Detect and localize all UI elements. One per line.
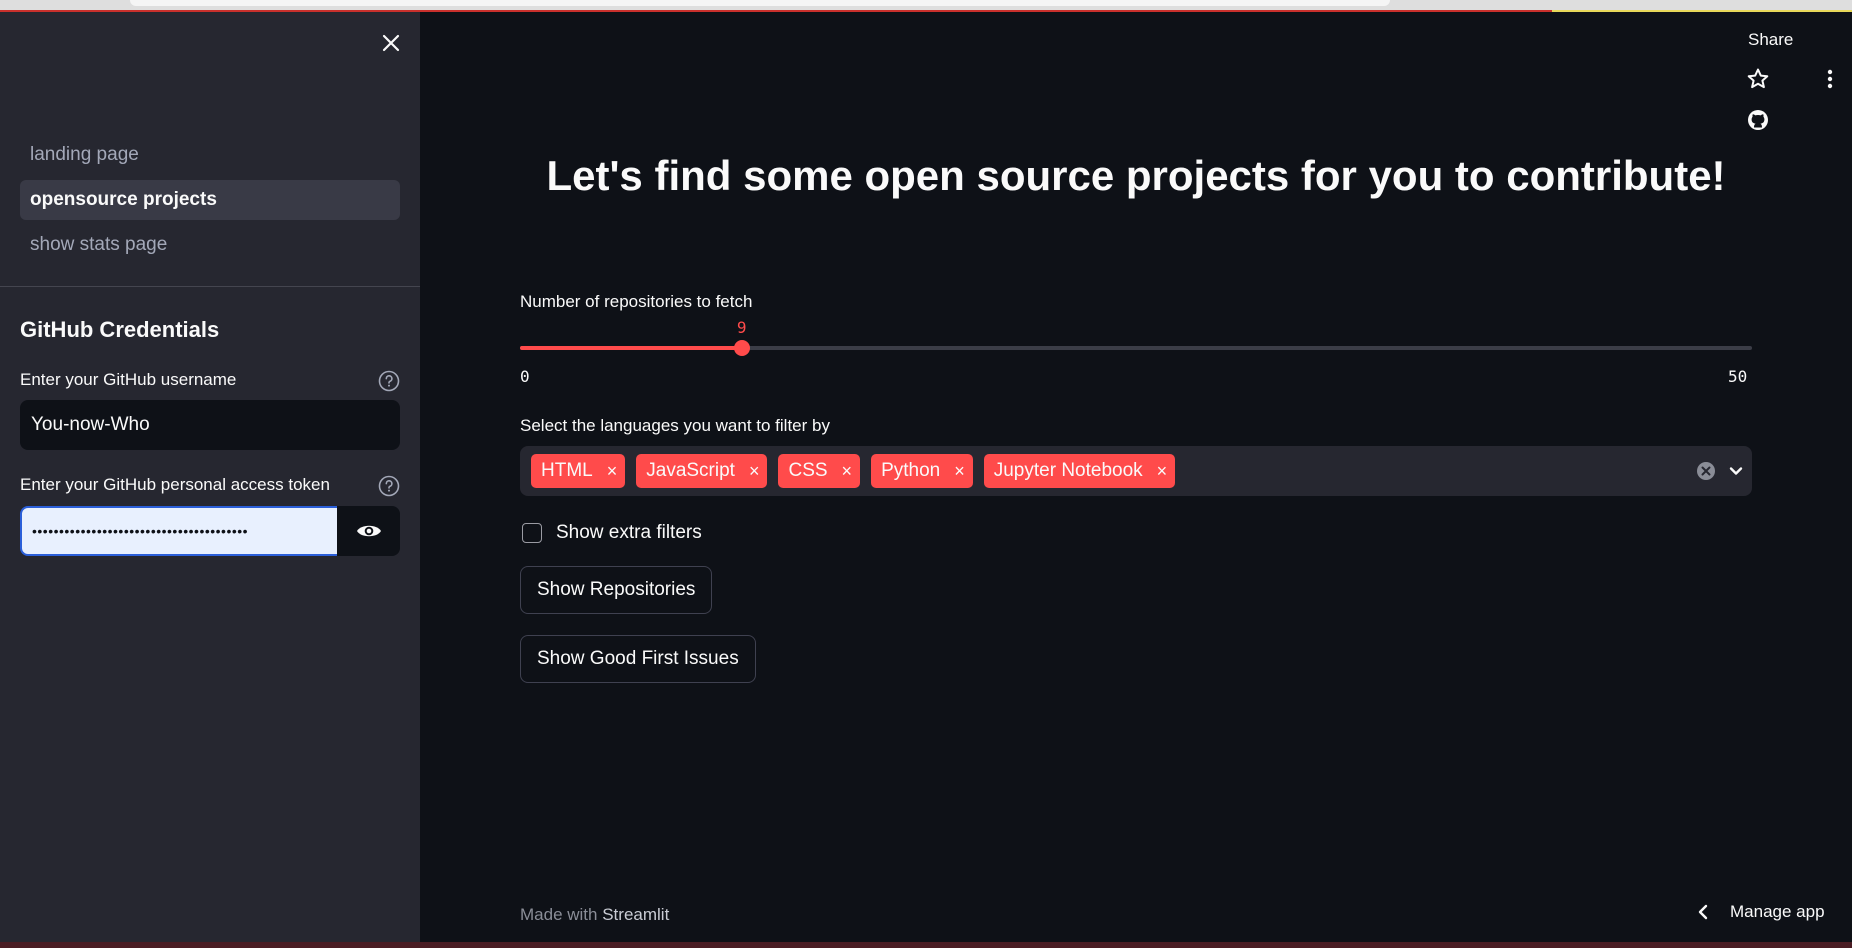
repo-count-slider-track[interactable] [520, 340, 1752, 356]
repo-count-slider-min: 0 [520, 367, 530, 386]
share-button[interactable]: Share [1748, 30, 1793, 50]
repo-count-slider-thumb[interactable] [733, 340, 750, 356]
repo-count-slider-fill [520, 346, 742, 350]
language-chip-jupyter-notebook: Jupyter Notebook × [983, 454, 1176, 488]
chip-label: Jupyter Notebook [993, 460, 1143, 481]
chevron-left-icon [1698, 904, 1708, 920]
chip-label: Python [881, 460, 941, 481]
language-multiselect-label: Select the languages you want to filter … [520, 416, 830, 435]
extra-filters-checkbox[interactable] [522, 523, 542, 543]
streamlit-link[interactable]: Streamlit [602, 905, 669, 924]
browser-chrome-strip [0, 0, 1852, 12]
github-icon [1748, 110, 1768, 130]
credentials-heading: GitHub Credentials [20, 317, 220, 342]
manage-app-button[interactable]: Manage app [1696, 892, 1825, 932]
star-button[interactable] [1746, 67, 1770, 91]
extra-filters-label: Show extra filters [556, 522, 702, 543]
open-dropdown-button[interactable] [1726, 461, 1746, 481]
close-icon [382, 34, 400, 52]
star-icon [1747, 68, 1769, 89]
chevron-down-icon [1729, 467, 1743, 475]
main-menu-button[interactable] [1818, 67, 1842, 91]
language-chip-html: HTML × [531, 454, 626, 488]
show-good-first-issues-button[interactable]: Show Good First Issues [520, 635, 756, 683]
nav-item-show-stats-page[interactable]: show stats page [20, 225, 400, 265]
sidebar-divider [0, 286, 420, 287]
made-with-streamlit: Made with Streamlit [520, 905, 669, 925]
language-multiselect[interactable]: HTML × JavaScript × CSS × Python × Jupyt… [520, 446, 1752, 496]
github-button[interactable] [1746, 108, 1770, 132]
close-sidebar-button[interactable] [378, 30, 404, 56]
language-chip-css: CSS × [778, 454, 861, 488]
chip-label: CSS [788, 460, 828, 481]
token-help-icon[interactable] [378, 475, 400, 497]
page-title: Let's find some open source projects for… [546, 152, 1726, 199]
chip-remove-icon[interactable]: × [749, 461, 760, 482]
chip-label: JavaScript [646, 460, 735, 481]
eye-icon [356, 525, 381, 537]
show-repositories-button[interactable]: Show Repositories [520, 566, 713, 614]
language-chip-javascript: JavaScript × [636, 454, 768, 488]
language-chip-python: Python × [871, 454, 973, 488]
bottom-window-edge [0, 942, 1852, 948]
username-label: Enter your GitHub username [20, 370, 237, 389]
token-input[interactable]: •••••••••••••••••••••••••••••••••••••••• [20, 506, 337, 556]
clear-circle-icon [1697, 462, 1715, 480]
token-field: •••••••••••••••••••••••••••••••••••••••• [20, 506, 400, 556]
chip-remove-icon[interactable]: × [842, 461, 853, 482]
toggle-token-visibility-button[interactable] [337, 506, 400, 556]
page-nav: landing page opensource projects show st… [20, 135, 400, 270]
token-label: Enter your GitHub personal access token [20, 475, 330, 494]
clear-all-button[interactable] [1696, 461, 1716, 481]
repo-count-slider-value: 9 [736, 318, 747, 337]
repo-count-slider-max: 50 [1728, 367, 1748, 386]
username-help-icon[interactable] [378, 370, 400, 392]
main-content: Share Let's find some open source projec… [420, 12, 1852, 942]
more-vertical-icon [1827, 69, 1833, 89]
chip-remove-icon[interactable]: × [607, 461, 618, 482]
nav-item-opensource-projects[interactable]: opensource projects [20, 180, 400, 220]
browser-address-bar-edge [130, 0, 1390, 6]
repo-count-slider-label: Number of repositories to fetch [520, 292, 753, 311]
extra-filters-checkbox-row[interactable]: Show extra filters [522, 522, 702, 544]
chip-remove-icon[interactable]: × [954, 461, 965, 482]
sidebar: landing page opensource projects show st… [0, 12, 420, 942]
nav-item-landing-page[interactable]: landing page [20, 135, 400, 175]
made-with-text: Made with [520, 905, 598, 924]
chip-remove-icon[interactable]: × [1157, 461, 1168, 482]
chip-label: HTML [541, 460, 593, 481]
username-input[interactable]: You-now-Who [20, 400, 400, 450]
manage-app-label: Manage app [1730, 902, 1825, 921]
